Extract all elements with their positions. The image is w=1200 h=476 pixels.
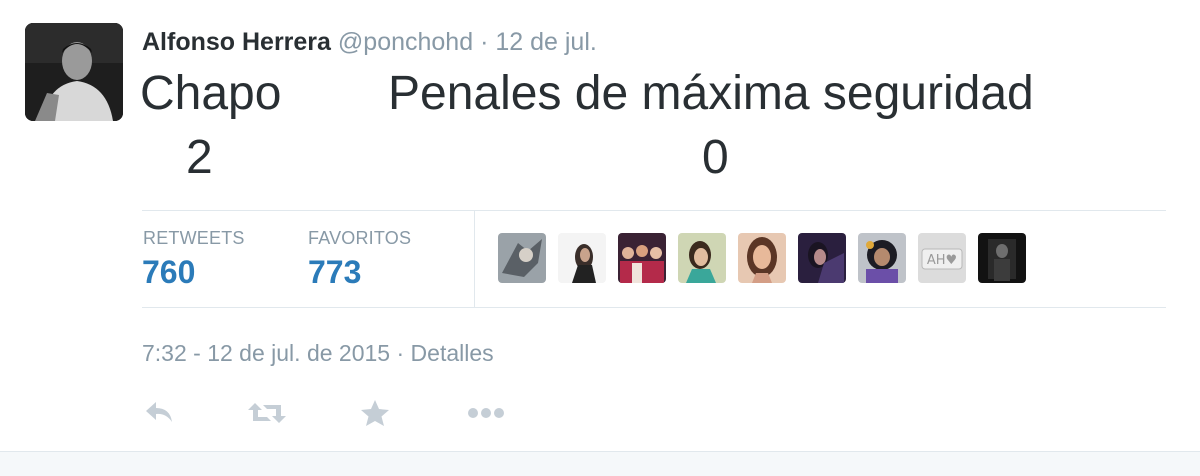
favoriter-avatar-6[interactable] xyxy=(798,233,846,283)
author-username[interactable]: @ponchohd xyxy=(338,28,473,56)
reply-icon xyxy=(144,400,174,431)
tweet-datetime[interactable]: 7:32 - 12 de jul. de 2015 xyxy=(142,340,390,366)
svg-text:AH♥: AH♥ xyxy=(927,253,957,268)
favorite-icon xyxy=(360,399,390,432)
favoriter-avatar-8[interactable]: AH♥ xyxy=(918,233,966,283)
more-icon xyxy=(466,406,506,424)
favorites-count[interactable]: 773 xyxy=(308,254,361,291)
tweet-text-score-chapo: 2 xyxy=(186,131,213,184)
retweets-count[interactable]: 760 xyxy=(142,254,195,291)
tweet-timestamp-link[interactable]: 12 de jul. xyxy=(495,28,596,56)
favoriter-avatar-3[interactable] xyxy=(618,233,666,283)
retweets-label[interactable]: RETWEETS xyxy=(143,228,245,249)
favoriter-avatar-2[interactable] xyxy=(558,233,606,283)
stats-vertical-divider xyxy=(474,211,475,307)
tweet-header: Alfonso Herrera @ponchohd · 12 de jul. xyxy=(142,26,597,58)
favorite-button[interactable] xyxy=(360,399,390,432)
favoriter-avatar-7[interactable] xyxy=(858,233,906,283)
retweet-button[interactable] xyxy=(248,400,286,430)
favoriters-avatar-list: AH♥ xyxy=(498,233,1026,283)
tweet-meta: 7:32 - 12 de jul. de 2015 · Detalles xyxy=(142,340,494,367)
stats-top-divider xyxy=(142,210,1166,211)
tweet-text-score-penales: 0 xyxy=(702,131,729,184)
author-full-name[interactable]: Alfonso Herrera xyxy=(142,28,331,56)
stats-bottom-divider xyxy=(142,307,1166,308)
tweet-text-chapo: Chapo xyxy=(140,67,282,120)
retweet-icon xyxy=(247,399,287,432)
tweet-text-penales: Penales de máxima seguridad xyxy=(388,67,1034,120)
meta-separator: · xyxy=(396,340,405,366)
favoriter-avatar-5[interactable] xyxy=(738,233,786,283)
favorites-label[interactable]: FAVORITOS xyxy=(308,228,411,249)
favoriter-avatar-4[interactable] xyxy=(678,233,726,283)
tweet-card: Alfonso Herrera @ponchohd · 12 de jul. C… xyxy=(0,0,1200,452)
author-avatar[interactable] xyxy=(25,23,123,121)
reply-button[interactable] xyxy=(144,400,174,430)
more-button[interactable] xyxy=(466,400,506,430)
favoriter-avatar-1[interactable] xyxy=(498,233,546,283)
tweet-actions xyxy=(144,399,506,432)
favoriter-avatar-9[interactable] xyxy=(978,233,1026,283)
details-link[interactable]: Detalles xyxy=(411,340,494,366)
header-separator: · xyxy=(480,28,489,56)
